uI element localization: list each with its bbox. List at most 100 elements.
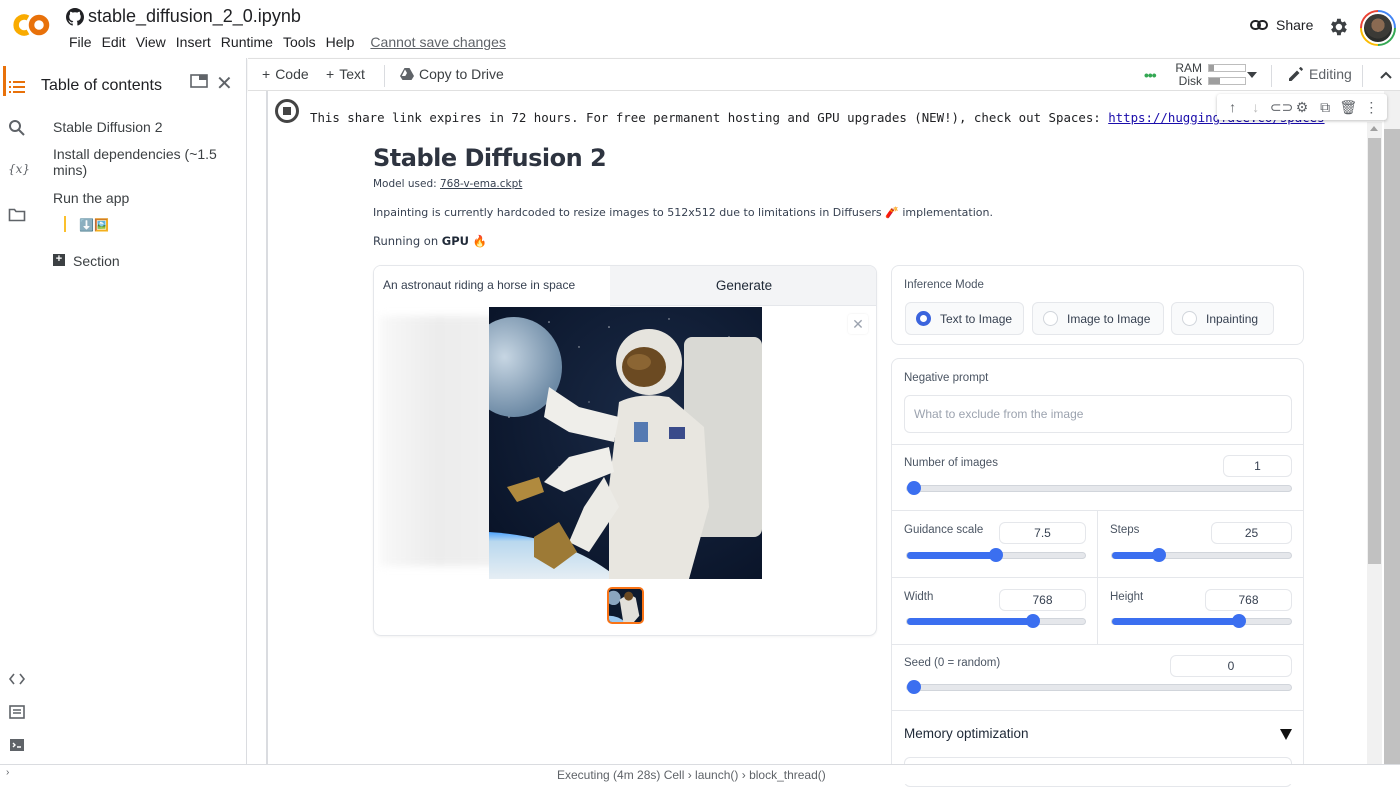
- menu-tools[interactable]: Tools: [278, 34, 321, 50]
- menu-help[interactable]: Help: [321, 34, 360, 50]
- delete-cell-icon[interactable]: 🗑: [1339, 99, 1357, 116]
- guidance-scale-slider[interactable]: [906, 548, 1086, 562]
- collapse-header-chevron-icon[interactable]: [1380, 71, 1392, 79]
- menu-insert[interactable]: Insert: [171, 34, 216, 50]
- width-label: Width: [904, 591, 934, 603]
- copy-to-drive-button[interactable]: Copy to Drive: [400, 66, 504, 82]
- add-section-icon[interactable]: +: [53, 254, 65, 266]
- scroll-up-arrow-icon[interactable]: [1370, 126, 1378, 131]
- settings-gear-icon[interactable]: [1327, 16, 1349, 38]
- colab-logo[interactable]: [12, 10, 52, 40]
- radio-inpainting[interactable]: Inpainting: [1171, 302, 1274, 335]
- drive-icon: [400, 68, 414, 80]
- resource-monitor[interactable]: RAM Disk: [1146, 60, 1246, 88]
- open-in-tab-icon[interactable]: [190, 74, 208, 88]
- num-images-slider[interactable]: [906, 481, 1292, 495]
- notebook-scrollbar[interactable]: [1384, 91, 1400, 764]
- close-preview-icon[interactable]: ✕: [848, 314, 868, 334]
- link-to-cell-icon[interactable]: ⊂⊃: [1270, 99, 1293, 116]
- variables-icon[interactable]: {x}: [8, 162, 30, 180]
- editing-mode-button[interactable]: Editing: [1288, 66, 1352, 82]
- command-palette-icon[interactable]: [8, 703, 26, 721]
- user-avatar[interactable]: [1360, 10, 1396, 46]
- menu-edit[interactable]: Edit: [97, 34, 131, 50]
- divider: [892, 710, 1303, 711]
- running-on-info: Running on GPU 🔥: [373, 234, 487, 248]
- prompt-input[interactable]: An astronaut riding a horse in space: [374, 266, 610, 306]
- slider-handle[interactable]: [1026, 614, 1041, 628]
- guidance-scale-input[interactable]: 7.5: [999, 522, 1086, 544]
- divider: [892, 577, 1303, 578]
- table-of-contents-icon[interactable]: [8, 78, 26, 96]
- generate-button[interactable]: Generate: [610, 266, 876, 306]
- stop-cell-button[interactable]: [275, 99, 299, 123]
- num-images-input[interactable]: 1: [1223, 455, 1292, 477]
- move-up-icon[interactable]: ↑: [1224, 99, 1242, 115]
- menu-bar: File Edit View Insert Runtime Tools Help…: [64, 34, 511, 50]
- notebook-toolbar: + Code + Text Copy to Drive ••• RAM Disk E…: [248, 58, 1400, 91]
- steps-slider[interactable]: [1111, 548, 1292, 562]
- toc-item-stable-diffusion-2[interactable]: Stable Diffusion 2: [53, 119, 233, 135]
- slider-handle[interactable]: [1232, 614, 1247, 628]
- share-button[interactable]: Share: [1250, 17, 1313, 33]
- menu-file[interactable]: File: [64, 34, 97, 50]
- memory-optimization-accordion[interactable]: Memory optimization: [904, 726, 1029, 741]
- height-input[interactable]: 768: [1205, 589, 1292, 611]
- plus-icon: +: [262, 66, 271, 82]
- width-slider[interactable]: [906, 614, 1086, 628]
- cell-settings-icon[interactable]: ⚙: [1293, 99, 1311, 116]
- notebook-title[interactable]: stable_diffusion_2_0.ipynb: [88, 6, 301, 27]
- save-status-link[interactable]: Cannot save changes: [365, 34, 510, 50]
- ram-label: RAM: [1175, 60, 1202, 75]
- width-input[interactable]: 768: [999, 589, 1086, 611]
- share-label: Share: [1276, 17, 1314, 33]
- files-folder-icon[interactable]: [8, 206, 26, 224]
- slider-handle[interactable]: [989, 548, 1003, 562]
- menu-view[interactable]: View: [131, 34, 171, 50]
- search-icon[interactable]: [8, 119, 26, 137]
- resource-dropdown-icon[interactable]: [1247, 72, 1257, 78]
- disk-usage-bar: [1208, 76, 1246, 85]
- slider-handle[interactable]: [1151, 548, 1166, 562]
- execution-status[interactable]: Executing (4m 28s) Cell › launch() › blo…: [557, 768, 826, 782]
- seed-input[interactable]: 0: [1170, 655, 1292, 677]
- add-text-button[interactable]: + Text: [326, 66, 365, 82]
- height-label: Height: [1110, 591, 1144, 603]
- menu-runtime[interactable]: Runtime: [216, 34, 278, 50]
- top-bar: stable_diffusion_2_0.ipynb File Edit Vie…: [0, 0, 1400, 58]
- output-scrollbar[interactable]: [1367, 122, 1382, 764]
- mirror-cell-icon[interactable]: ⧉: [1316, 99, 1334, 116]
- scrollbar-thumb[interactable]: [1384, 129, 1400, 764]
- add-code-button[interactable]: + Code: [262, 66, 309, 82]
- toc-item-run-the-app[interactable]: Run the app: [53, 190, 233, 206]
- expand-status-icon[interactable]: ›: [6, 767, 9, 778]
- slider-handle[interactable]: [907, 680, 921, 694]
- generated-image[interactable]: [489, 307, 762, 579]
- gallery-thumbnail-selected[interactable]: [607, 587, 644, 624]
- code-snippets-icon[interactable]: [8, 670, 26, 688]
- status-bar: › Executing (4m 28s) Cell › launch() › b…: [0, 764, 1400, 784]
- negative-prompt-input[interactable]: What to exclude from the image: [904, 395, 1292, 433]
- model-link[interactable]: 768-v-ema.ckpt: [440, 178, 522, 190]
- negative-prompt-label: Negative prompt: [904, 372, 989, 384]
- ram-usage-bar: [1208, 63, 1246, 72]
- move-down-icon[interactable]: ↓: [1247, 99, 1265, 115]
- slider-handle[interactable]: [907, 481, 921, 495]
- toc-add-section[interactable]: Section: [73, 253, 253, 269]
- close-panel-icon[interactable]: ✕: [216, 71, 233, 96]
- seed-label: Seed (0 = random): [904, 657, 1001, 669]
- toc-item-install-dependencies[interactable]: Install dependencies (~1.5 mins): [53, 146, 233, 178]
- more-options-icon[interactable]: ⋮: [1362, 99, 1380, 116]
- radio-text-to-image[interactable]: Text to Image: [905, 302, 1024, 335]
- steps-label: Steps: [1110, 524, 1140, 536]
- accordion-toggle-icon[interactable]: [1280, 729, 1292, 740]
- height-slider[interactable]: [1111, 614, 1292, 628]
- scrollbar-thumb[interactable]: [1368, 138, 1381, 564]
- seed-slider[interactable]: [906, 680, 1292, 694]
- inference-mode-group: Inference Mode Text to Image Image to Im…: [891, 265, 1304, 345]
- terminal-icon[interactable]: [8, 736, 26, 754]
- toc-item-emoji-section[interactable]: ⬇️🖼️: [79, 217, 259, 233]
- steps-input[interactable]: 25: [1211, 522, 1292, 544]
- radio-image-to-image[interactable]: Image to Image: [1032, 302, 1164, 335]
- toc-nesting-line: [64, 216, 66, 232]
